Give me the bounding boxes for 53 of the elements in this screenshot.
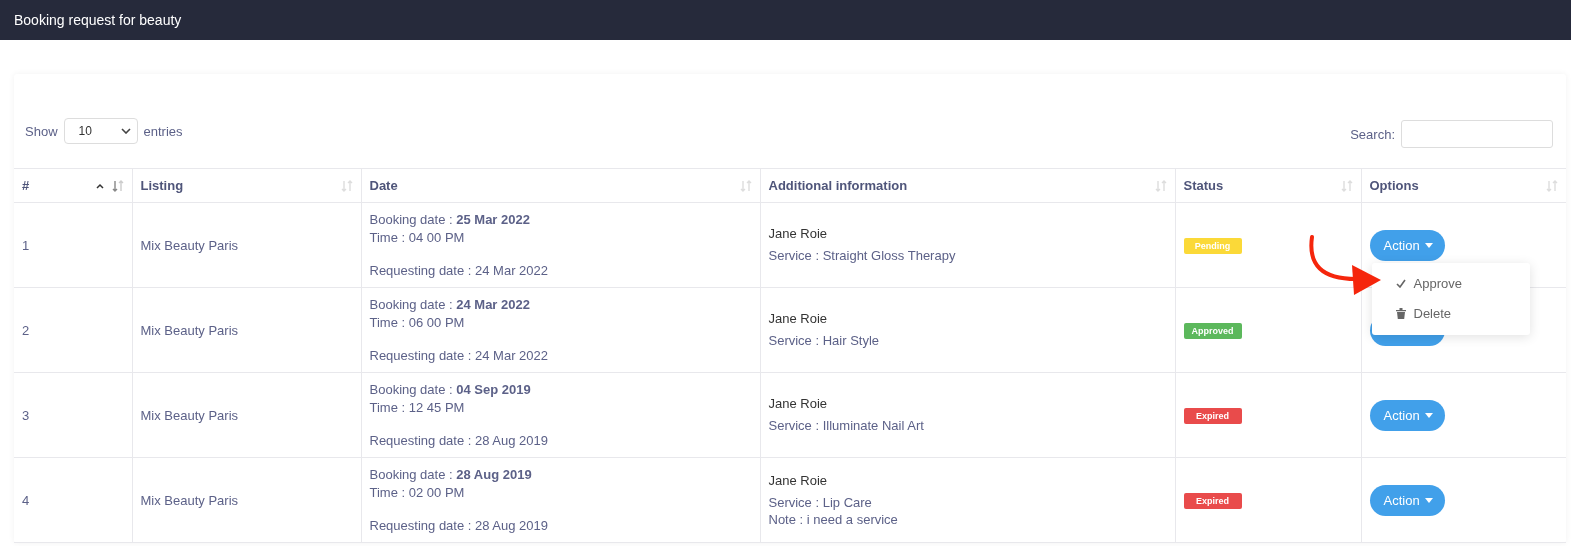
column-header[interactable]: # [14, 168, 132, 203]
listing-name: Mix Beauty Paris [140, 237, 239, 253]
requesting-date: Requesting date : 24 Mar 2022 [369, 261, 549, 280]
customer-name: Jane Roie [768, 311, 829, 326]
requesting-date: Requesting date : 24 Mar 2022 [369, 346, 549, 365]
requesting-date: Requesting date : 28 Aug 2019 [369, 431, 550, 450]
caret-down-icon [1424, 412, 1433, 418]
booking-date: Booking date : 24 Mar 2022 [369, 295, 531, 314]
booking-detail: Service : Hair Style [768, 332, 881, 349]
booking-detail: Service : Illuminate Nail Art [768, 417, 925, 434]
booking-date: Booking date : 04 Sep 2019 [369, 380, 532, 399]
chevron-down-icon [120, 128, 131, 134]
booking-date: Booking date : 28 Aug 2019 [369, 465, 533, 484]
status-badge: Pending [1183, 237, 1242, 254]
column-header[interactable]: Date [361, 168, 760, 203]
trash-icon [1395, 308, 1406, 319]
entries-label: entries [143, 123, 183, 139]
booking-time: Time : 12 45 PM [369, 398, 466, 417]
customer-name: Jane Roie [768, 226, 829, 241]
booking-detail: Service : Straight Gloss Therapy [768, 247, 957, 264]
entries-select[interactable]: 10 [63, 118, 138, 144]
requesting-date: Requesting date : 28 Aug 2019 [369, 516, 550, 535]
customer-name: Jane Roie [768, 396, 829, 411]
customer-name: Jane Roie [768, 472, 829, 488]
column-header[interactable]: Listing [132, 168, 361, 203]
booking-time: Time : 02 00 PM [369, 483, 466, 502]
row-number: 3 [22, 407, 30, 423]
row-number: 2 [22, 322, 30, 338]
listing-name: Mix Beauty Paris [140, 322, 239, 338]
booking-date: Booking date : 25 Mar 2022 [369, 210, 531, 229]
menu-item[interactable]: Approve [1371, 269, 1530, 299]
booking-detail: Note : i need a service [768, 510, 899, 528]
column-header[interactable]: Status [1175, 168, 1361, 203]
row-number: 1 [22, 237, 30, 253]
check-icon [1395, 279, 1406, 288]
booking-time: Time : 04 00 PM [369, 228, 466, 247]
listing-name: Mix Beauty Paris [140, 407, 239, 423]
sort-ascending-icon [111, 179, 124, 192]
status-badge: Expired [1183, 407, 1242, 424]
caret-down-icon [1424, 497, 1433, 503]
status-badge: Expired [1183, 492, 1242, 509]
booking-time: Time : 06 00 PM [369, 313, 466, 332]
search-label: Search: [1350, 126, 1395, 142]
column-header[interactable]: Additional information [760, 168, 1175, 203]
page-title: Booking request for beauty [14, 12, 182, 28]
status-badge: Approved [1183, 322, 1242, 339]
column-header[interactable]: Options [1361, 168, 1566, 203]
row-number: 4 [22, 492, 30, 508]
caret-down-icon [1424, 242, 1433, 248]
booking-detail: Service : Lip Care [768, 493, 873, 511]
search-field[interactable] [1401, 120, 1553, 148]
show-label: Show [25, 123, 58, 139]
listing-name: Mix Beauty Paris [140, 492, 239, 508]
